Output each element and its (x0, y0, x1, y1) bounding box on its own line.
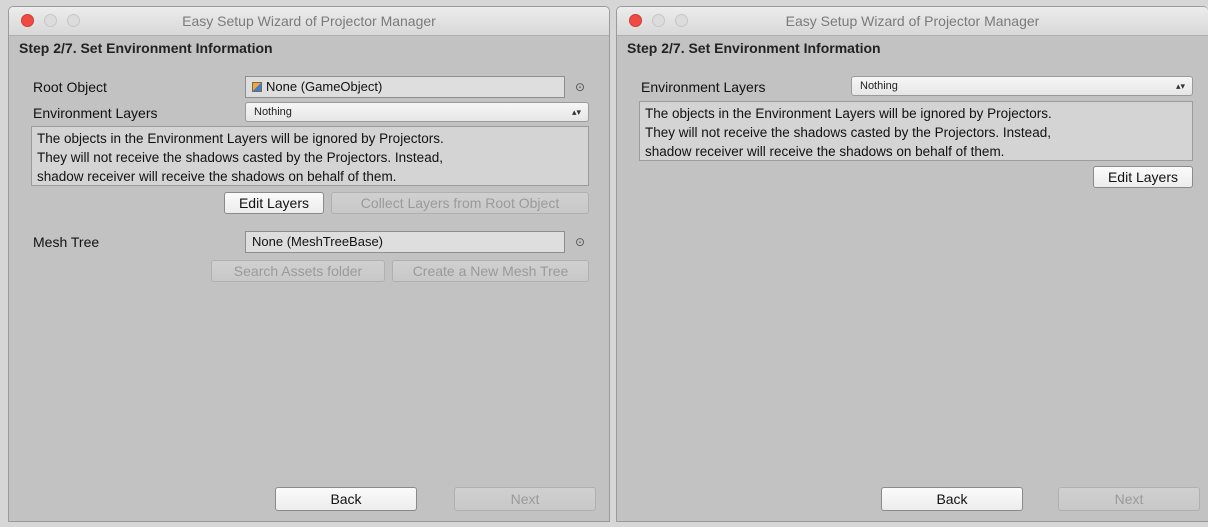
updown-arrows-icon: ▴▾ (1175, 81, 1185, 91)
environment-layers-value: Nothing (860, 80, 898, 92)
wizard-window-right: Easy Setup Wizard of Projector Manager S… (616, 6, 1208, 522)
next-button[interactable]: Next (1058, 487, 1200, 511)
window-title: Easy Setup Wizard of Projector Manager (182, 13, 436, 29)
edit-layers-button[interactable]: Edit Layers (224, 192, 324, 214)
back-button[interactable]: Back (881, 487, 1023, 511)
help-line: The objects in the Environment Layers wi… (645, 106, 1052, 121)
collect-layers-button[interactable]: Collect Layers from Root Object (331, 192, 589, 214)
root-object-label: Root Object (33, 79, 107, 95)
mesh-tree-label: Mesh Tree (33, 234, 100, 250)
help-line: They will not receive the shadows casted… (37, 150, 443, 165)
help-line: The objects in the Environment Layers wi… (37, 131, 444, 146)
edit-layers-button[interactable]: Edit Layers (1093, 166, 1193, 188)
environment-layers-dropdown[interactable]: Nothing ▴▾ (245, 102, 589, 122)
next-button[interactable]: Next (454, 487, 596, 511)
title-bar[interactable]: Easy Setup Wizard of Projector Manager (617, 7, 1208, 36)
updown-arrows-icon: ▴▾ (571, 107, 581, 117)
step-title: Step 2/7. Set Environment Information (627, 40, 881, 56)
environment-layers-label: Environment Layers (33, 105, 158, 121)
help-line: shadow receiver will receive the shadows… (645, 144, 1005, 159)
search-assets-button[interactable]: Search Assets folder (211, 260, 385, 282)
back-button[interactable]: Back (275, 487, 417, 511)
title-bar[interactable]: Easy Setup Wizard of Projector Manager (9, 7, 609, 36)
help-box: The objects in the Environment Layers wi… (31, 126, 589, 186)
environment-layers-label: Environment Layers (641, 79, 766, 95)
environment-layers-dropdown[interactable]: Nothing ▴▾ (851, 76, 1193, 96)
environment-layers-value: Nothing (254, 106, 292, 118)
help-box: The objects in the Environment Layers wi… (639, 101, 1193, 161)
root-object-value: None (GameObject) (266, 79, 383, 94)
wizard-window-left: Easy Setup Wizard of Projector Manager S… (8, 6, 610, 522)
screenshot-stage: Easy Setup Wizard of Projector Manager S… (0, 0, 1208, 527)
target-icon[interactable]: ⊙ (573, 80, 587, 94)
window-title: Easy Setup Wizard of Projector Manager (785, 13, 1040, 29)
mesh-tree-value: None (MeshTreeBase) (252, 234, 384, 249)
target-icon[interactable]: ⊙ (573, 235, 587, 249)
help-line: shadow receiver will receive the shadows… (37, 169, 397, 184)
create-mesh-tree-button[interactable]: Create a New Mesh Tree (392, 260, 589, 282)
root-object-field[interactable]: None (GameObject) (245, 76, 565, 98)
step-title: Step 2/7. Set Environment Information (19, 40, 273, 56)
help-line: They will not receive the shadows casted… (645, 125, 1051, 140)
mesh-tree-field[interactable]: None (MeshTreeBase) (245, 231, 565, 253)
gameobject-icon (252, 82, 262, 92)
